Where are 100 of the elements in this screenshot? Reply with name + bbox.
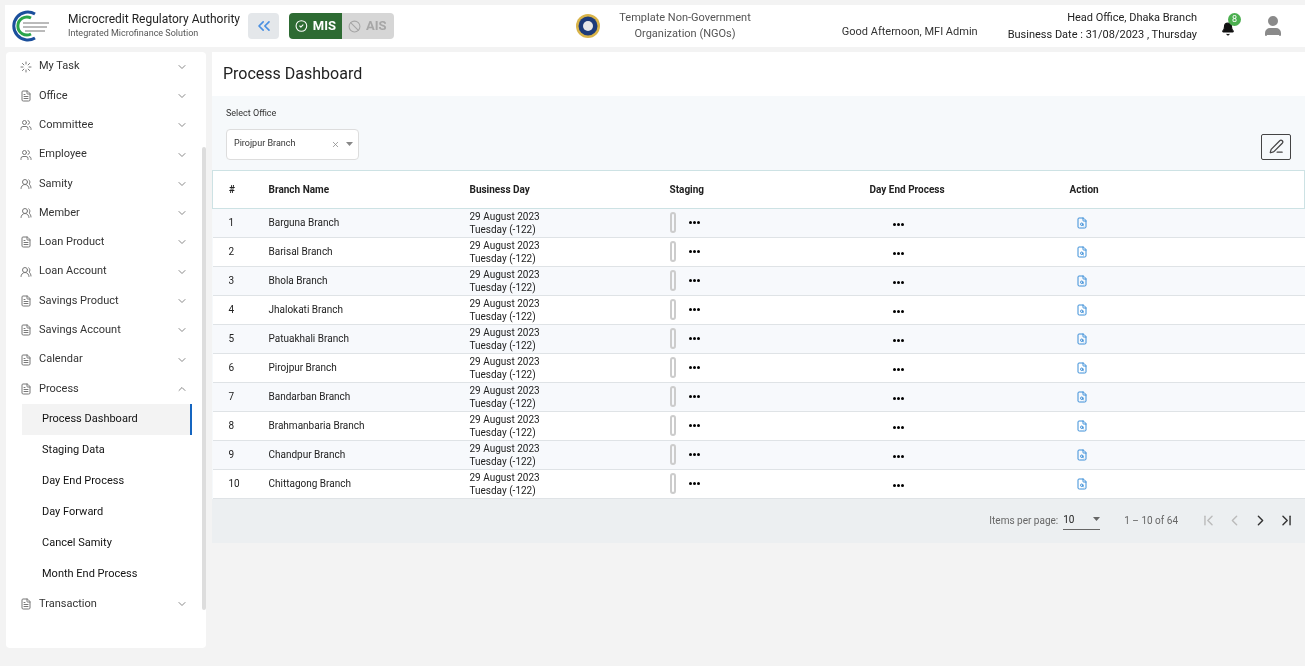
column-header: Day End Process [869, 170, 1070, 208]
page-size-select[interactable]: 10 [1063, 511, 1101, 530]
office-name: Head Office, Dhaka Branch [1067, 9, 1197, 26]
view-document-icon[interactable] [1075, 390, 1088, 403]
view-document-icon[interactable] [1075, 419, 1088, 432]
menu-icon [20, 236, 32, 249]
more-dots-icon [688, 250, 700, 253]
sidebar-item[interactable]: Loan Account [20, 257, 188, 287]
emblem-icon [575, 13, 602, 39]
more-dots-icon [892, 397, 904, 400]
more-dots-icon [688, 482, 700, 485]
table-cell: Jhalokati Branch [268, 295, 470, 324]
menu-icon [20, 148, 32, 161]
sidebar-subitem[interactable]: Process Dashboard [22, 403, 192, 435]
more-dots-icon [892, 310, 904, 313]
table-cell: Patuakhali Branch [268, 324, 470, 353]
column-header: Action [1069, 170, 1305, 208]
table-cell: Chandpur Branch [268, 440, 470, 469]
table-cell: 6 [212, 353, 269, 382]
page-range: 1 – 10 of 64 [1124, 514, 1178, 528]
view-document-icon[interactable] [1075, 216, 1088, 229]
more-dots-icon [892, 368, 904, 371]
staging-bar [669, 299, 676, 320]
menu-icon [20, 295, 32, 307]
view-document-icon[interactable] [1075, 361, 1088, 374]
edit-icon [1268, 139, 1284, 154]
clear-icon[interactable] [331, 139, 340, 149]
ngo-name: Template Non-Government Organization (NGOs) [618, 10, 752, 42]
more-dots-icon [688, 337, 700, 340]
table-cell: 2 [212, 237, 269, 266]
menu-icon [20, 382, 32, 395]
office-select[interactable]: Pirojpur Branch [226, 128, 359, 160]
table-cell: Bandarban Branch [268, 382, 470, 411]
org-name: Microcredit Regulatory Authority [68, 12, 241, 27]
more-dots-icon [892, 281, 904, 284]
more-dots-icon [688, 221, 700, 224]
sidebar-item[interactable]: Committee [20, 110, 188, 140]
view-document-icon[interactable] [1075, 303, 1088, 316]
table-cell: 29 August 2023 Tuesday (-122) [469, 208, 670, 237]
sidebar-item[interactable]: Savings Product [20, 286, 188, 316]
staging-bar [669, 473, 676, 494]
staging-bar [669, 386, 676, 407]
ban-icon [348, 19, 362, 33]
staging-bar [669, 212, 676, 233]
menu-icon [20, 324, 32, 337]
view-document-icon[interactable] [1075, 245, 1088, 258]
more-dots-icon [688, 453, 700, 456]
staging-bar [669, 270, 676, 291]
sidebar-item[interactable]: Savings Account [20, 315, 188, 345]
view-document-icon[interactable] [1075, 274, 1088, 287]
staging-bar [669, 328, 676, 349]
menu-icon [20, 89, 32, 102]
staging-bar [669, 444, 676, 465]
table-cell: Pirojpur Branch [268, 353, 470, 382]
sidebar-subitem[interactable]: Month End Process [22, 558, 188, 590]
table-cell: 29 August 2023 Tuesday (-122) [469, 469, 670, 498]
more-dots-icon [688, 308, 700, 311]
table-cell: 5 [212, 324, 269, 353]
more-dots-icon [892, 455, 904, 458]
menu-icon [20, 265, 32, 278]
menu-icon [20, 119, 32, 132]
table-cell: 4 [212, 295, 269, 324]
table-cell: Barisal Branch [268, 237, 470, 266]
sidebar-item[interactable]: Samity [20, 169, 188, 199]
sidebar-item[interactable]: Member [20, 198, 188, 228]
staging-bar [669, 241, 676, 262]
sidebar-item[interactable]: Calendar [20, 344, 188, 375]
business-date: Business Date : 31/08/2023 , Thursday [1007, 26, 1197, 43]
menu-icon [20, 207, 32, 220]
edit-columns-button[interactable] [1261, 133, 1291, 160]
sidebar-item[interactable]: Process [20, 374, 188, 404]
table-cell: 29 August 2023 Tuesday (-122) [469, 411, 670, 440]
table-cell: 7 [212, 382, 269, 411]
view-document-icon[interactable] [1075, 332, 1088, 345]
table-cell: 29 August 2023 Tuesday (-122) [469, 353, 670, 382]
module-tab[interactable]: MIS [289, 13, 343, 39]
sidebar-item[interactable]: Employee [20, 139, 188, 170]
check-icon [295, 19, 308, 33]
sidebar-subitem[interactable]: Cancel Samity [22, 527, 188, 559]
view-document-icon[interactable] [1075, 448, 1088, 461]
sidebar-subitem[interactable]: Day End Process [22, 465, 188, 497]
table-cell: 3 [212, 266, 269, 295]
table-cell: 29 August 2023 Tuesday (-122) [469, 266, 670, 295]
notification-icon[interactable] [1221, 22, 1235, 36]
sidebar-subitem[interactable]: Day Forward [22, 496, 188, 528]
menu-icon [20, 353, 32, 366]
more-dots-icon [688, 424, 700, 427]
menu-icon [20, 598, 32, 611]
view-document-icon[interactable] [1075, 477, 1088, 490]
sidebar-item[interactable]: Transaction [20, 589, 188, 619]
column-header: Staging [669, 170, 870, 208]
more-dots-icon [892, 252, 904, 255]
field-label: Select Office [226, 107, 278, 120]
sidebar-item[interactable]: My Task [20, 52, 188, 82]
table-cell: Chittagong Branch [268, 469, 470, 498]
sidebar-item[interactable]: Loan Product [20, 227, 188, 258]
notification-badge: 8 [1228, 13, 1241, 26]
collapse-sidebar-button[interactable] [248, 13, 280, 39]
sidebar-subitem[interactable]: Staging Data [22, 434, 188, 466]
sidebar-item[interactable]: Office [20, 81, 188, 111]
